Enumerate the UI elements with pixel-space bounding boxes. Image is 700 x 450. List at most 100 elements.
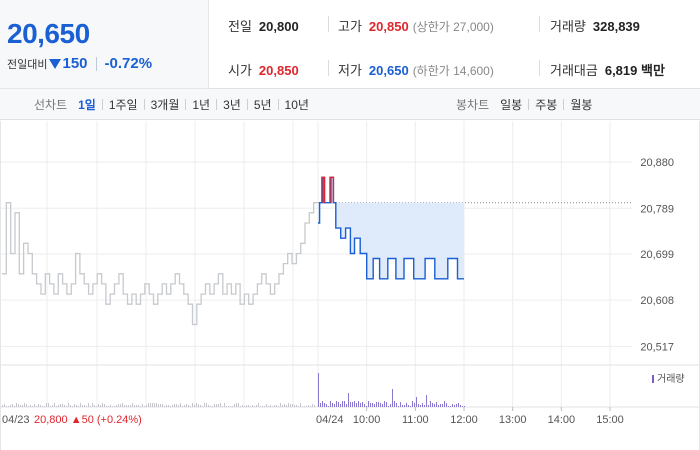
volume-bar-today xyxy=(356,403,357,407)
volume-bar-today xyxy=(400,402,401,407)
volume-bar-today xyxy=(438,405,439,407)
volume-bar-today xyxy=(372,403,373,407)
volume-bar-prev xyxy=(36,406,37,407)
volume-bar-prev xyxy=(100,405,101,407)
period-button[interactable]: 1주일 xyxy=(108,96,139,113)
period-button[interactable]: 월봉 xyxy=(569,96,593,113)
volume-bar-prev xyxy=(158,404,159,407)
x-tick-label: 11:00 xyxy=(402,414,429,426)
volume-bar-today xyxy=(392,389,393,407)
volume-bar-prev xyxy=(212,406,213,407)
period-button[interactable]: 3년 xyxy=(222,96,242,113)
volume-value: 328,839 xyxy=(592,19,640,34)
volume-bar-prev xyxy=(298,406,299,407)
volume-bar-prev xyxy=(268,406,269,407)
volume-bar-prev xyxy=(274,405,275,407)
volume-bar-today xyxy=(358,401,359,407)
volume-bar-prev xyxy=(48,403,49,407)
volume-bar-today xyxy=(436,402,437,407)
volume-bar-today xyxy=(424,405,425,407)
open-stat: 시가 20,850 xyxy=(228,60,299,79)
volume-bar-today xyxy=(462,406,463,407)
down-arrow-icon xyxy=(49,58,62,69)
volume-bar-prev xyxy=(174,404,175,407)
period-button[interactable]: 3개월 xyxy=(150,96,181,113)
volume-bar-prev xyxy=(18,404,19,407)
date-label-today: 04/24 xyxy=(316,414,344,426)
volume-bar-today xyxy=(448,406,449,407)
volume-bar-prev xyxy=(210,406,211,407)
volume-bar-prev xyxy=(234,404,235,407)
volume-bar-prev xyxy=(84,405,85,407)
period-button[interactable]: 10년 xyxy=(284,96,310,113)
volume-bar-prev xyxy=(250,406,251,407)
volume-bar-prev xyxy=(314,405,315,407)
volume-bar-prev xyxy=(188,405,189,407)
volume-bar-today xyxy=(330,401,331,407)
volume-bar-prev xyxy=(66,406,67,407)
volume-bar-today xyxy=(428,405,429,407)
volume-bar-today xyxy=(426,395,427,407)
volume-bar-today xyxy=(382,404,383,407)
x-tick-label: 12:00 xyxy=(450,414,478,426)
divider xyxy=(328,60,329,76)
toolbar-separator xyxy=(246,99,248,110)
volume-bar-today xyxy=(398,406,399,407)
volume-bar-today xyxy=(364,404,365,407)
volume-bar-today xyxy=(376,402,377,407)
low-stat: 저가 20,650 (하한가 14,600) xyxy=(338,60,494,79)
volume-bar-prev xyxy=(64,405,65,407)
volume-bar-prev xyxy=(160,404,161,407)
volume-bar-prev xyxy=(102,403,103,407)
volume-bar-today xyxy=(412,401,413,407)
volume-bar-prev xyxy=(136,405,137,407)
volume-bar-prev xyxy=(98,404,99,407)
volume-bar-prev xyxy=(16,403,17,407)
prev-close-label: 전일 xyxy=(228,19,252,34)
low-value: 20,650 xyxy=(368,63,409,78)
volume-bar-today xyxy=(354,401,355,407)
volume-bar-today xyxy=(360,403,361,407)
volume-bar-prev xyxy=(62,404,63,407)
volume-bar-prev xyxy=(302,406,303,407)
volume-bar-today xyxy=(348,393,349,407)
divider xyxy=(539,16,540,32)
volume-bar-prev xyxy=(270,405,271,407)
volume-bar-prev xyxy=(240,406,241,407)
volume-bar-prev xyxy=(256,405,257,407)
period-button[interactable]: 1년 xyxy=(191,96,211,113)
period-button[interactable]: 1일 xyxy=(77,96,97,113)
volume-bar-prev xyxy=(24,403,25,407)
volume-bar-today xyxy=(336,401,337,407)
volume-bar-prev xyxy=(238,403,239,407)
volume-bar-today xyxy=(318,373,319,407)
volume-bar-prev xyxy=(252,405,253,407)
high-label: 고가 xyxy=(338,19,362,34)
volume-bar-prev xyxy=(246,405,247,407)
volume-bar-prev xyxy=(284,404,285,407)
period-button[interactable]: 일봉 xyxy=(499,96,523,113)
volume-bar-prev xyxy=(6,406,7,407)
prev-day-change-note: 20,800 ▲50 (+0.24%) xyxy=(34,414,142,426)
volume-bar-today xyxy=(406,403,407,407)
volume-bar-prev xyxy=(258,403,259,407)
period-button[interactable]: 주봉 xyxy=(534,96,558,113)
volume-bar-prev xyxy=(306,406,307,407)
y-tick-label: 20,880 xyxy=(640,157,674,169)
volume-bar-prev xyxy=(310,406,311,407)
y-tick-label: 20,517 xyxy=(640,341,674,353)
volume-bar-today xyxy=(320,403,321,407)
volume-bar-prev xyxy=(142,404,143,407)
open-label: 시가 xyxy=(228,63,252,78)
candle-chart-title: 봉차트 xyxy=(456,98,490,112)
volume-bar-today xyxy=(422,403,423,407)
volume-bar-prev xyxy=(202,406,203,407)
volume-bar-prev xyxy=(172,405,173,407)
volume-bar-prev xyxy=(276,405,277,407)
toolbar-separator xyxy=(101,99,103,110)
volume-bar-today xyxy=(350,402,351,407)
volume-bar-prev xyxy=(244,406,245,407)
period-button[interactable]: 5년 xyxy=(253,96,273,113)
volume-bar-prev xyxy=(156,403,157,407)
volume-bar-prev xyxy=(54,403,55,407)
